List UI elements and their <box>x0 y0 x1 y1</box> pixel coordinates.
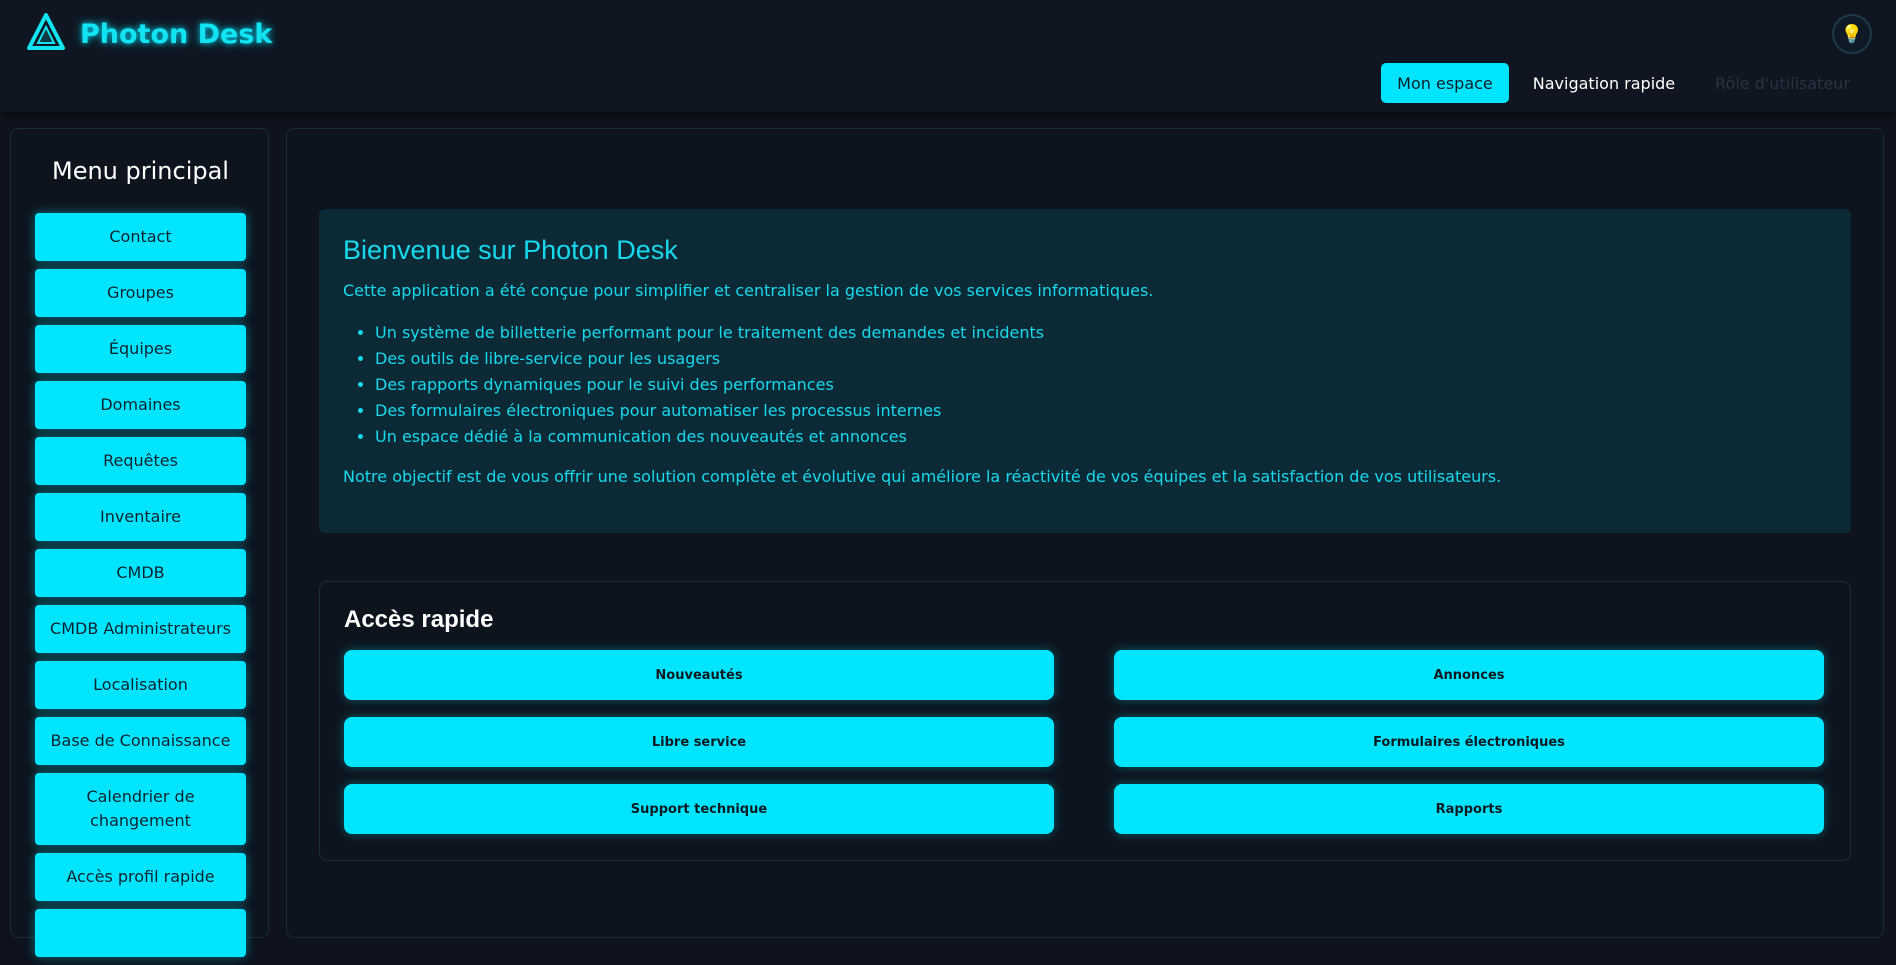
quick-libre-service-button[interactable]: Libre service <box>344 717 1054 767</box>
theme-toggle-button[interactable]: 💡 <box>1832 14 1872 54</box>
sidebar-item-cmdb[interactable]: CMDB <box>35 549 246 597</box>
sidebar-menu: Contact Groupes Équipes Domaines Requête… <box>35 213 246 965</box>
sidebar-item-base-de-connaissance[interactable]: Base de Connaissance <box>35 717 246 765</box>
nav-navigation-rapide[interactable]: Navigation rapide <box>1517 63 1691 103</box>
quick-nouveautes-button[interactable]: Nouveautés <box>344 650 1054 700</box>
sidebar-item-more[interactable] <box>35 909 246 957</box>
sidebar: Menu principal Contact Groupes Équipes D… <box>10 128 269 957</box>
sidebar-item-equipes[interactable]: Équipes <box>35 325 246 373</box>
top-bar: Photon Desk 💡 Mon espace Navigation rapi… <box>0 0 1896 112</box>
welcome-title: Bienvenue sur Photon Desk <box>343 235 678 265</box>
welcome-closing: Notre objectif est de vous offrir une so… <box>343 467 1502 486</box>
sidebar-item-localisation[interactable]: Localisation <box>35 661 246 709</box>
quick-access-grid: Nouveautés Annonces Libre service Formul… <box>344 650 1828 834</box>
sidebar-item-groupes[interactable]: Groupes <box>35 269 246 317</box>
app-title: Photon Desk <box>80 18 273 50</box>
quick-annonces-button[interactable]: Annonces <box>1114 650 1824 700</box>
feature-item: Des outils de libre-service pour les usa… <box>375 346 1827 372</box>
quick-support-technique-button[interactable]: Support technique <box>344 784 1054 834</box>
feature-item: Un système de billetterie performant pou… <box>375 320 1827 346</box>
lightbulb-icon: 💡 <box>1840 23 1864 45</box>
triangle-logo-icon <box>26 12 66 56</box>
feature-list: Un système de billetterie performant pou… <box>375 320 1827 450</box>
sidebar-item-domaines[interactable]: Domaines <box>35 381 246 429</box>
sidebar-title: Menu principal <box>52 157 229 185</box>
nav-mon-espace[interactable]: Mon espace <box>1381 63 1509 103</box>
sidebar-item-acces-profil-rapide[interactable]: Accès profil rapide <box>35 853 246 901</box>
quick-formulaires-button[interactable]: Formulaires électroniques <box>1114 717 1824 767</box>
welcome-panel: Bienvenue sur Photon Desk Cette applicat… <box>319 209 1851 533</box>
quick-rapports-button[interactable]: Rapports <box>1114 784 1824 834</box>
sidebar-item-cmdb-administrateurs[interactable]: CMDB Administrateurs <box>35 605 246 653</box>
nav-role-utilisateur: Rôle d'utilisateur <box>1715 73 1850 93</box>
feature-item: Des rapports dynamiques pour le suivi de… <box>375 372 1827 398</box>
brand[interactable]: Photon Desk <box>26 12 273 56</box>
sidebar-item-requetes[interactable]: Requêtes <box>35 437 246 485</box>
quick-access-title: Accès rapide <box>344 606 494 633</box>
sidebar-item-contact[interactable]: Contact <box>35 213 246 261</box>
feature-item: Des formulaires électroniques pour autom… <box>375 398 1827 424</box>
sidebar-item-inventaire[interactable]: Inventaire <box>35 493 246 541</box>
main-content: Bienvenue sur Photon Desk Cette applicat… <box>286 128 1884 938</box>
top-navigation: Mon espace Navigation rapide Rôle d'util… <box>1373 63 1866 103</box>
welcome-intro: Cette application a été conçue pour simp… <box>343 281 1154 300</box>
feature-item: Un espace dédié à la communication des n… <box>375 424 1827 450</box>
sidebar-item-calendrier-de-changement[interactable]: Calendrier de changement <box>35 773 246 845</box>
quick-access-panel: Accès rapide Nouveautés Annonces Libre s… <box>319 581 1851 861</box>
